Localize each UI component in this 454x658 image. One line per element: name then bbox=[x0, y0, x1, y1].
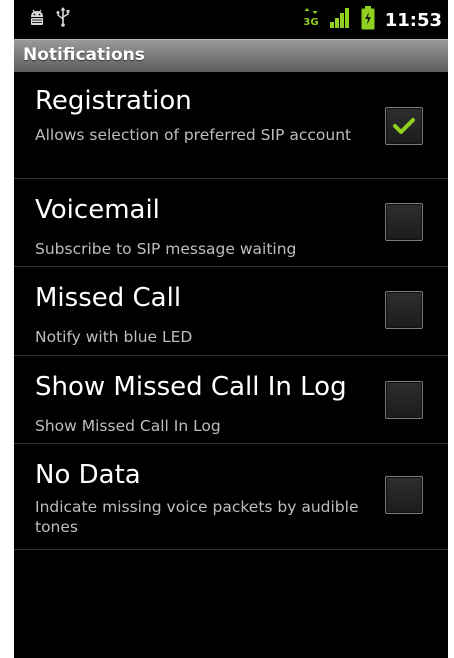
signal-strength-icon bbox=[329, 7, 351, 33]
network-3g-icon: 3G bbox=[303, 7, 319, 33]
android-debug-icon bbox=[28, 8, 46, 30]
battery-icon bbox=[361, 6, 375, 34]
title-bar: Notifications bbox=[14, 39, 448, 72]
no-data-checkbox[interactable] bbox=[385, 476, 423, 514]
pref-title: Voicemail bbox=[35, 195, 160, 225]
status-left-icons bbox=[28, 7, 70, 31]
page-title: Notifications bbox=[23, 45, 145, 65]
checkmark-icon bbox=[393, 118, 415, 134]
voicemail-checkbox[interactable] bbox=[385, 203, 423, 241]
pref-title: Missed Call bbox=[35, 283, 182, 313]
pref-summary: Show Missed Call In Log bbox=[35, 417, 221, 435]
network-type-label: 3G bbox=[303, 17, 318, 28]
pref-voicemail[interactable]: Voicemail Subscribe to SIP message waiti… bbox=[14, 179, 448, 267]
usb-icon bbox=[56, 7, 70, 31]
pref-show-missed-call-in-log[interactable]: Show Missed Call In Log Show Missed Call… bbox=[14, 356, 448, 444]
status-right-icons: 3G 11:53 bbox=[303, 6, 442, 34]
pref-no-data[interactable]: No Data Indicate missing voice packets b… bbox=[14, 444, 448, 550]
preference-list: Registration Allows selection of preferr… bbox=[14, 72, 448, 550]
pref-missed-call[interactable]: Missed Call Notify with blue LED bbox=[14, 267, 448, 356]
phone-screen: 3G 11:53 Notifications Registration Allo… bbox=[14, 0, 448, 658]
pref-summary: Indicate missing voice packets by audibl… bbox=[35, 498, 359, 536]
missed-call-checkbox[interactable] bbox=[385, 291, 423, 329]
pref-title: Registration bbox=[35, 86, 192, 116]
show-missed-call-in-log-checkbox[interactable] bbox=[385, 381, 423, 419]
pref-title: Show Missed Call In Log bbox=[35, 372, 347, 402]
pref-registration[interactable]: Registration Allows selection of preferr… bbox=[14, 72, 448, 179]
pref-summary: Subscribe to SIP message waiting bbox=[35, 240, 297, 258]
registration-checkbox[interactable] bbox=[385, 107, 423, 145]
pref-summary: Allows selection of preferred SIP accoun… bbox=[35, 126, 352, 144]
status-clock: 11:53 bbox=[384, 9, 442, 31]
pref-summary: Notify with blue LED bbox=[35, 328, 193, 346]
status-bar: 3G 11:53 bbox=[14, 0, 448, 39]
pref-title: No Data bbox=[35, 460, 141, 490]
